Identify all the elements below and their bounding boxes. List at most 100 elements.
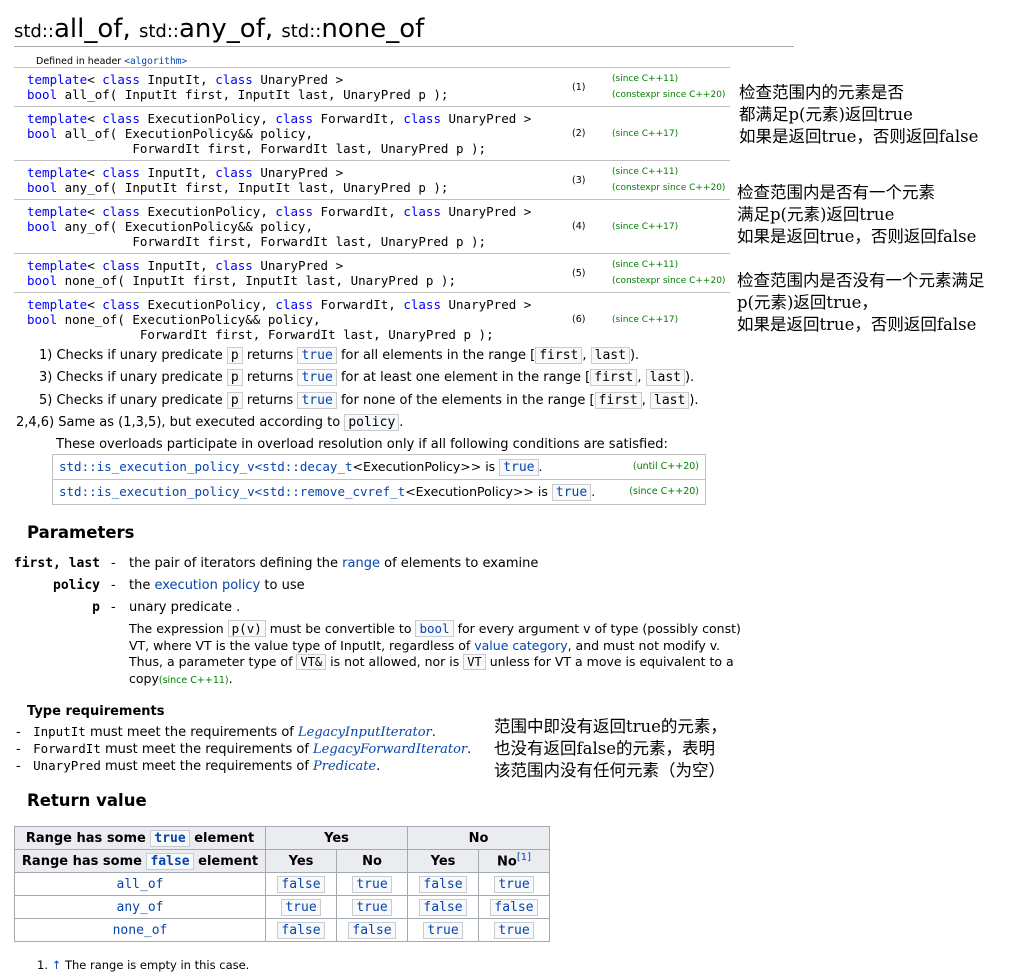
function-name-link[interactable]: all_of [14, 872, 266, 896]
code-true-link[interactable]: true [499, 459, 539, 476]
keyword-link[interactable]: template [27, 258, 87, 273]
declaration-row: template< class ExecutionPolicy, class F… [14, 199, 730, 254]
code-text: < [87, 111, 103, 126]
header-row-false: Range has some false element Yes No Yes … [14, 849, 550, 873]
note-line: 该范围内没有任何元素（为空） [494, 761, 725, 780]
keyword-link[interactable]: template [27, 111, 87, 126]
since-badge: (constexpr since C++20) [612, 276, 726, 286]
header-text: No [497, 854, 517, 870]
note-line: p(元素)返回true， [737, 293, 878, 312]
keyword-link[interactable]: class [403, 297, 441, 312]
is-execution-policy-link[interactable]: std::is_execution_policy_v<std::decay_t [59, 459, 353, 474]
code-line: template< class ExecutionPolicy, class F… [27, 204, 572, 219]
keyword-link[interactable]: class [215, 72, 253, 87]
overload-number: (3) [572, 160, 612, 200]
code-bool-value-link[interactable]: true [352, 898, 392, 916]
header-no: No[1] [478, 849, 550, 873]
code-text: ForwardIt, [313, 204, 404, 219]
function-name-link[interactable]: none_of [14, 918, 266, 942]
keyword-link[interactable]: class [275, 204, 313, 219]
req-type: UnaryPred [33, 758, 101, 773]
keyword-link[interactable]: class [102, 204, 140, 219]
code-true-link[interactable]: true [297, 392, 337, 409]
desc-text: , [582, 348, 587, 363]
keyword-link[interactable]: bool [27, 180, 57, 195]
footnote-backlink[interactable]: ↑ [52, 958, 62, 972]
code-bool-value-link[interactable]: false [490, 898, 538, 916]
code-p-v: p(v) [227, 620, 266, 637]
code-bool-value-link[interactable]: true [423, 921, 463, 939]
cond-text: . [538, 459, 543, 474]
code-false-link[interactable]: false [146, 852, 194, 870]
result-cell: false [336, 918, 408, 942]
keyword-link[interactable]: bool [27, 87, 57, 102]
keyword-link[interactable]: class [215, 258, 253, 273]
keyword-link[interactable]: template [27, 72, 87, 87]
code-text: any_of( ExecutionPolicy&& policy, [57, 219, 313, 234]
expr-text: is not allowed, nor is [330, 654, 460, 669]
code-bool-link[interactable]: bool [415, 620, 454, 637]
keyword-link[interactable]: class [102, 258, 140, 273]
code-true-link[interactable]: true [150, 829, 190, 847]
req-type: InputIt [33, 724, 86, 739]
code-bool-value-link[interactable]: true [494, 875, 534, 893]
cond-text: is [485, 459, 496, 474]
code-bool-value-link[interactable]: false [419, 875, 467, 893]
param-name: p [92, 600, 100, 615]
keyword-link[interactable]: template [27, 204, 87, 219]
result-cell: true [336, 895, 408, 919]
keyword-link[interactable]: bool [27, 312, 57, 327]
note-line: 检查范围内是否没有一个元素满足 [737, 271, 985, 290]
code-text: none_of( InputIt first, InputIt last, Un… [57, 273, 456, 288]
desc-text: , [641, 393, 646, 408]
keyword-link[interactable]: class [215, 165, 253, 180]
keyword-link[interactable]: class [275, 297, 313, 312]
code-true-link[interactable]: true [297, 369, 337, 386]
keyword-link[interactable]: class [102, 72, 140, 87]
overload-number: (1) [572, 67, 612, 107]
code-bool-value-link[interactable]: false [277, 875, 325, 893]
footnote-ref-link[interactable]: [1] [517, 852, 531, 863]
code-bool-value-link[interactable]: false [419, 898, 467, 916]
code-true-link[interactable]: true [297, 347, 337, 364]
range-link[interactable]: range [342, 556, 380, 571]
keyword-link[interactable]: class [275, 111, 313, 126]
code-bool-value-link[interactable]: true [494, 921, 534, 939]
execution-policy-link[interactable]: execution policy [154, 578, 260, 593]
legacy-input-iterator-link[interactable]: LegacyInputIterator [298, 725, 432, 740]
keyword-link[interactable]: bool [27, 126, 57, 141]
code-text: < [87, 297, 103, 312]
param-text: of elements to examine [384, 556, 539, 571]
condition-row: std::is_execution_policy_v<std::remove_c… [53, 479, 705, 504]
note-line: 也没有返回false的元素，表明 [494, 739, 715, 758]
code-true-link[interactable]: true [551, 484, 592, 501]
param-dash: - [111, 600, 116, 615]
header-link[interactable]: <algorithm> [124, 56, 187, 67]
code-bool-value-link[interactable]: true [352, 875, 392, 893]
keyword-link[interactable]: bool [27, 219, 57, 234]
keyword-link[interactable]: class [102, 297, 140, 312]
code-text: < [87, 165, 103, 180]
keyword-link[interactable]: bool [27, 273, 57, 288]
predicate-link[interactable]: Predicate [313, 759, 376, 774]
type-requirements-heading: Type requirements [27, 704, 165, 719]
code-text: ExecutionPolicy, [139, 111, 276, 126]
desc-text: ). [629, 348, 640, 363]
keyword-link[interactable]: template [27, 297, 87, 312]
is-execution-policy-link[interactable]: std::is_execution_policy_v<std::remove_c… [59, 484, 405, 499]
value-category-link[interactable]: value category [474, 638, 567, 653]
declaration-code: template< class ExecutionPolicy, class F… [14, 292, 572, 346]
keyword-link[interactable]: class [403, 204, 441, 219]
declaration-row: template< class InputIt, class UnaryPred… [14, 67, 730, 107]
code-p: p [226, 347, 243, 364]
code-bool-value-link[interactable]: false [277, 921, 325, 939]
legacy-forward-iterator-link[interactable]: LegacyForwardIterator [313, 742, 467, 757]
code-bool-value-link[interactable]: false [348, 921, 396, 939]
keyword-link[interactable]: class [403, 111, 441, 126]
function-name-link[interactable]: any_of [14, 895, 266, 919]
keyword-link[interactable]: class [102, 111, 140, 126]
keyword-link[interactable]: class [102, 165, 140, 180]
keyword-link[interactable]: template [27, 165, 87, 180]
note-empty-range: 范围中即没有返回true的元素， 也没有返回false的元素，表明 该范围内没有… [494, 716, 727, 782]
code-bool-value-link[interactable]: true [281, 898, 321, 916]
